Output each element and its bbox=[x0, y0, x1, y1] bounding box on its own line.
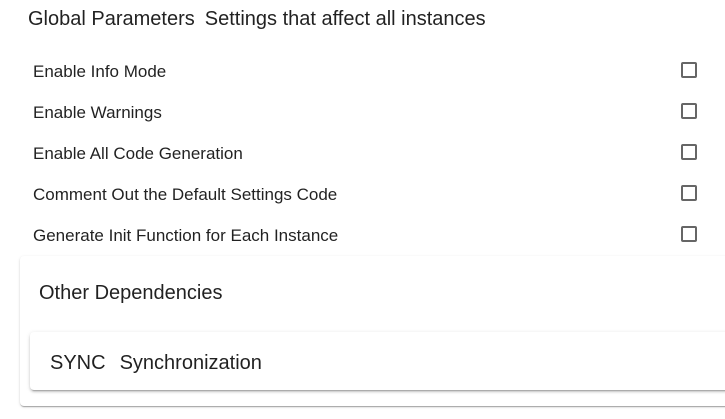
enable-warnings-checkbox[interactable] bbox=[681, 103, 697, 119]
param-label: Enable All Code Generation bbox=[33, 144, 243, 163]
enable-info-mode-checkbox[interactable] bbox=[681, 62, 697, 78]
dependency-description: Synchronization bbox=[119, 352, 262, 374]
section-title: Global Parameters bbox=[28, 8, 195, 30]
param-row-comment-out-default-settings: Comment Out the Default Settings Code bbox=[0, 179, 725, 220]
param-row-enable-warnings: Enable Warnings bbox=[0, 97, 725, 138]
global-parameters-page: Global Parameters Settings that affect al… bbox=[0, 0, 725, 419]
param-row-enable-info-mode: Enable Info Mode bbox=[0, 56, 725, 97]
other-dependencies-panel: Other Dependencies SYNC Synchronization bbox=[20, 256, 725, 406]
parameter-list: Enable Info Mode Enable Warnings Enable … bbox=[0, 56, 725, 261]
dependency-sync-header: SYNC Synchronization bbox=[50, 351, 262, 375]
param-label: Enable Info Mode bbox=[33, 62, 167, 81]
dependency-sync-panel[interactable]: SYNC Synchronization bbox=[30, 332, 725, 390]
param-row-enable-all-code-generation: Enable All Code Generation bbox=[0, 138, 725, 179]
param-label: Generate Init Function for Each Instance bbox=[33, 226, 339, 245]
param-label: Comment Out the Default Settings Code bbox=[33, 185, 338, 204]
enable-all-code-generation-checkbox[interactable] bbox=[681, 144, 697, 160]
param-label: Enable Warnings bbox=[33, 103, 162, 122]
param-row-generate-init-function: Generate Init Function for Each Instance bbox=[0, 220, 725, 261]
section-header: Global Parameters Settings that affect al… bbox=[28, 7, 486, 31]
generate-init-function-checkbox[interactable] bbox=[681, 226, 697, 242]
comment-out-default-settings-checkbox[interactable] bbox=[681, 185, 697, 201]
other-dependencies-title: Other Dependencies bbox=[39, 282, 223, 304]
section-subtitle: Settings that affect all instances bbox=[204, 8, 486, 30]
dependency-name: SYNC bbox=[50, 352, 106, 374]
